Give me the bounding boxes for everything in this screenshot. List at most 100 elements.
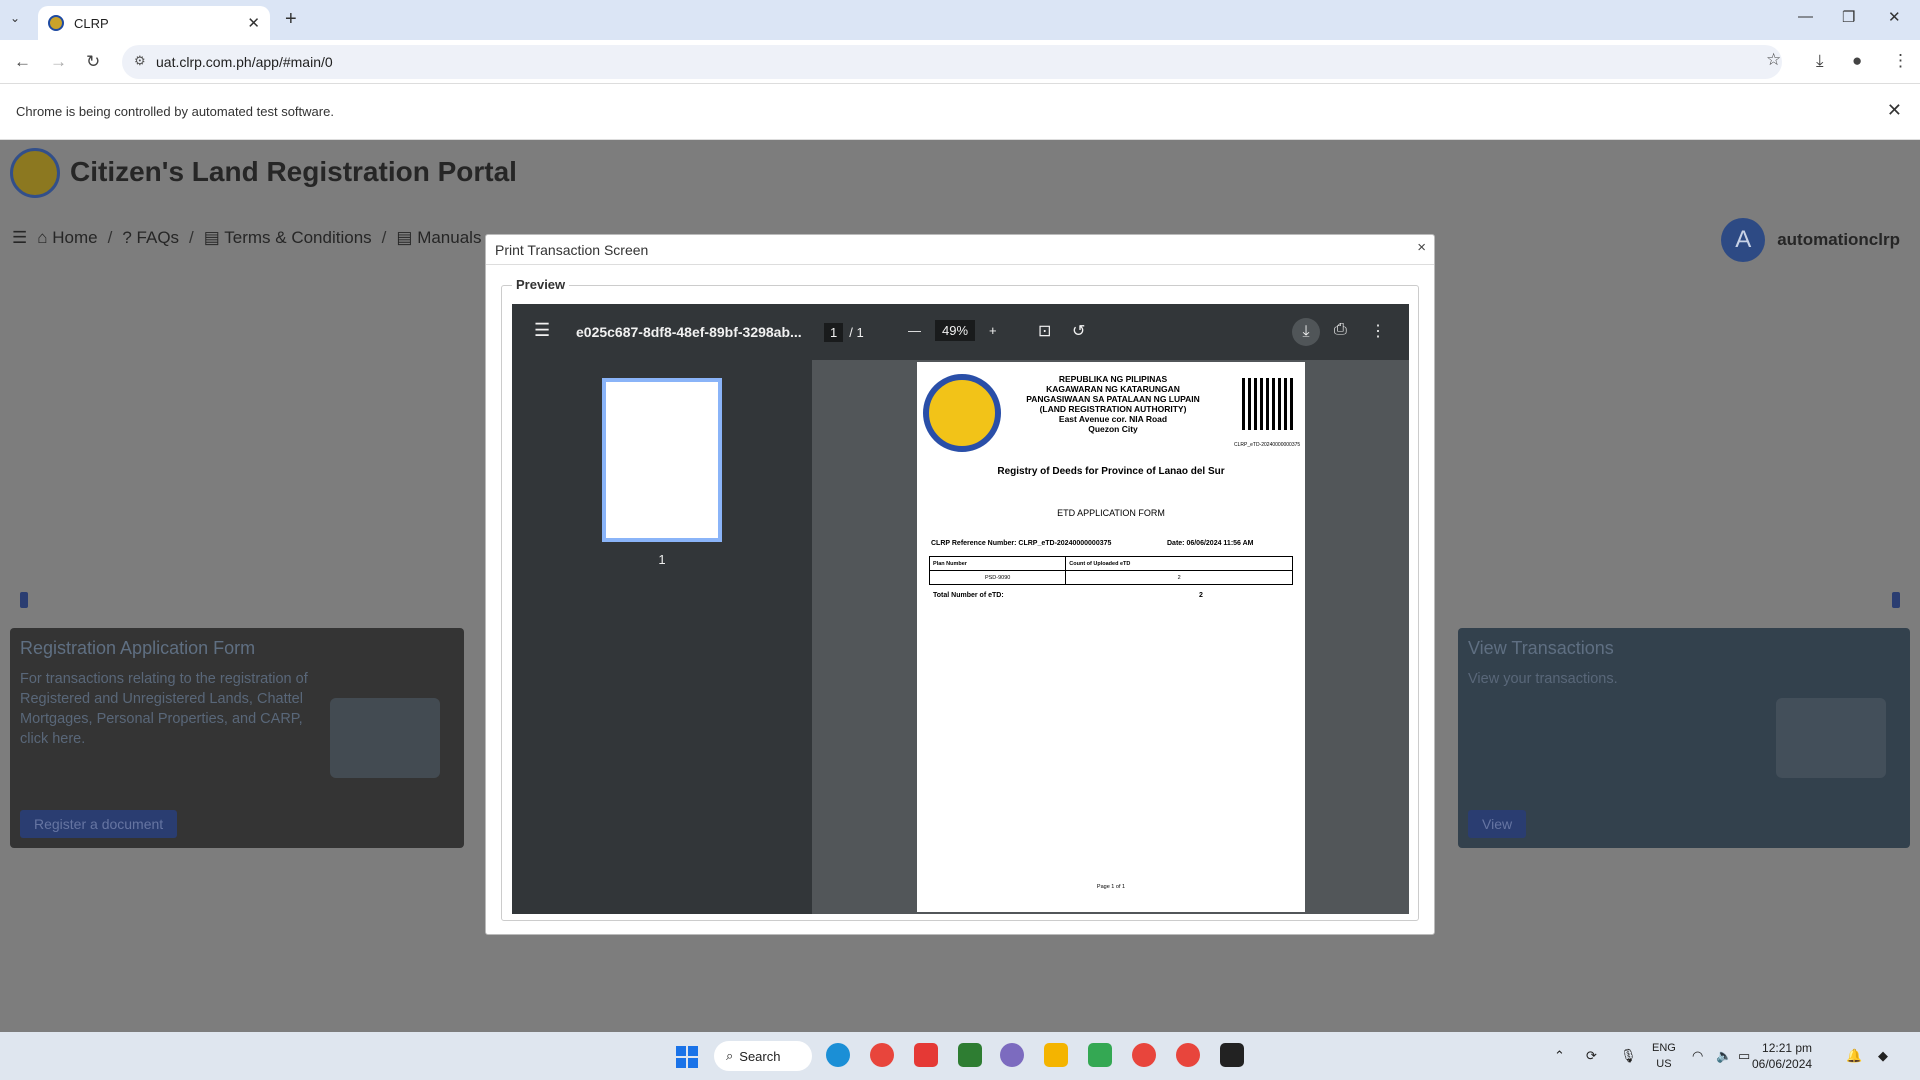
page-thumbnail[interactable] (602, 378, 722, 542)
table-cell: 2 (1065, 570, 1293, 585)
card-desc: View your transactions. (1468, 671, 1618, 687)
reload-icon[interactable]: ↻ (86, 52, 100, 72)
thumbnail-label: 1 (658, 552, 666, 567)
bookmark-star-icon[interactable]: ☆ (1766, 50, 1781, 70)
view-transactions-button[interactable]: View (1468, 810, 1527, 838)
volume-icon[interactable]: 🔈 (1716, 1048, 1732, 1064)
avatar: A (1721, 218, 1766, 262)
form-title: ETD APPLICATION FORM (1057, 508, 1165, 518)
register-document-button[interactable]: Register a document (20, 810, 178, 838)
site-info-icon[interactable]: ⚙ (134, 53, 146, 69)
chat-icon[interactable] (1088, 1043, 1112, 1067)
site-brand: Citizen's Land Registration Portal (70, 156, 517, 187)
app-icon[interactable] (914, 1043, 938, 1067)
carousel-prev-icon[interactable] (20, 592, 28, 608)
nav-faqs[interactable]: ? FAQs (122, 228, 179, 248)
table-row: PSD-9090 2 (928, 570, 1293, 585)
registration-illustration (330, 698, 440, 778)
page-indicator: 1 / 1 (824, 323, 864, 342)
page-total: / 1 (849, 325, 864, 340)
microphone-icon[interactable]: 🎙 (1620, 1048, 1637, 1064)
copilot-icon[interactable]: ◆ (1878, 1048, 1888, 1064)
terminal-icon[interactable] (1220, 1043, 1244, 1067)
sync-icon[interactable]: ⟳ (1586, 1048, 1597, 1064)
main-nav: ☰ ⌂ Home / ? FAQs / ▤ Terms & Conditions / … (12, 228, 506, 248)
pdf-toolbar: ☰ e025c687-8df8-48ef-89bf-3298ab... 1 / 1… (512, 304, 1409, 360)
nav-home[interactable]: ⌂ Home (37, 228, 97, 248)
form-date: Date: 06/06/2024 11:56 AM (1167, 540, 1254, 547)
edge-icon[interactable] (826, 1043, 850, 1067)
omnibox[interactable]: ⚙ uat.clrp.com.ph/app/#main/0 (122, 45, 1782, 79)
infobar-close-icon[interactable]: ✕ (1887, 100, 1902, 121)
qr-code (1242, 378, 1294, 430)
language-indicator[interactable]: ENG US (1652, 1040, 1676, 1072)
downloads-icon[interactable]: ⤓ (1816, 51, 1824, 71)
username: automationclrp (1777, 230, 1900, 249)
plan-table: Plan Number Count of Uploaded eTD PSD-90… (928, 556, 1293, 585)
sidebar-toggle-icon[interactable]: ☰ (534, 320, 550, 341)
window-close-icon[interactable]: ✕ (1888, 8, 1901, 26)
page-number-input[interactable]: 1 (824, 323, 844, 342)
new-tab-icon[interactable]: + (285, 8, 297, 31)
zoom-input[interactable]: 49% (935, 320, 976, 341)
profile-icon[interactable]: ● (1852, 51, 1862, 71)
search-icon: ⌕ (726, 1048, 734, 1063)
download-icon[interactable]: ⤓ (1292, 318, 1320, 346)
modal-close-button[interactable]: × (1417, 239, 1426, 256)
chrome-icon[interactable] (870, 1043, 894, 1067)
windows-taskbar: ⌕ Search ⌃ ⟳ 🎙 ENG US ◠ 🔈 ▭ 12:21 pm 06/… (0, 1032, 1920, 1080)
carousel-next-icon[interactable] (1892, 592, 1900, 608)
more-options-icon[interactable]: ⋮ (1370, 321, 1386, 341)
minimize-icon[interactable]: — (1798, 8, 1813, 25)
pdf-viewer: ☰ e025c687-8df8-48ef-89bf-3298ab... 1 / 1… (512, 304, 1409, 914)
rotate-icon[interactable]: ↺ (1072, 321, 1085, 341)
nav-terms[interactable]: ▤ Terms & Conditions (204, 228, 372, 248)
back-icon[interactable]: ← (14, 52, 31, 72)
favicon-icon (48, 15, 64, 31)
card-title: View Transactions (1468, 638, 1614, 658)
tab-close-icon[interactable]: ✕ (247, 14, 260, 32)
table-header-row: Plan Number Count of Uploaded eTD (928, 556, 1293, 571)
url-text: uat.clrp.com.ph/app/#main/0 (156, 54, 333, 70)
chrome-icon[interactable] (1132, 1043, 1156, 1067)
total-label: Total Number of eTD: (933, 592, 1004, 599)
card-desc: For transactions relating to the registr… (20, 671, 308, 747)
lra-logo (10, 148, 60, 198)
table-cell: PSD-9090 (928, 570, 1067, 585)
notepad-icon[interactable] (958, 1043, 982, 1067)
user-menu[interactable]: A automationclrp (1721, 218, 1900, 262)
fit-page-icon[interactable]: ⊡ (1038, 321, 1051, 341)
system-clock[interactable]: 12:21 pm 06/06/2024 (1752, 1040, 1812, 1072)
battery-icon[interactable]: ▭ (1738, 1048, 1750, 1064)
chrome-icon[interactable] (1176, 1043, 1200, 1067)
address-toolbar: ← → ↻ ⚙ uat.clrp.com.ph/app/#main/0 ☆ ⤓ … (0, 40, 1920, 84)
lra-seal-logo (923, 374, 1001, 452)
tray-chevron-icon[interactable]: ⌃ (1554, 1048, 1565, 1064)
taskbar-search[interactable]: ⌕ Search (714, 1041, 812, 1071)
thumbnail-sidebar: 1 (512, 360, 812, 914)
file-explorer-icon[interactable] (1044, 1043, 1068, 1067)
app-icon[interactable] (1000, 1043, 1024, 1067)
forward-icon[interactable]: → (50, 52, 67, 72)
qr-caption: CLRP_eTD-20240000000375 (1234, 442, 1301, 448)
restore-icon[interactable]: ❐ (1842, 8, 1855, 26)
registration-card: Registration Application Form For transa… (10, 628, 464, 848)
transactions-illustration (1776, 698, 1886, 778)
hamburger-icon[interactable]: ☰ (12, 228, 27, 248)
tab-search-icon[interactable]: ⌄ (10, 11, 20, 25)
page-footer: Page 1 of 1 (1096, 884, 1126, 890)
wifi-icon[interactable]: ◠ (1692, 1048, 1703, 1064)
browser-tab[interactable]: CLRP ✕ (38, 6, 270, 40)
table-header: Plan Number (928, 556, 1067, 571)
print-icon[interactable]: ⎙ (1334, 321, 1347, 339)
pdf-canvas: REPUBLIKA NG PILIPINAS KAGAWARAN NG KATA… (812, 360, 1409, 914)
windows-start-icon[interactable] (676, 1046, 698, 1068)
zoom-in-icon[interactable]: + (989, 323, 997, 338)
print-transaction-modal: Print Transaction Screen × Preview ☰ e02… (485, 234, 1435, 935)
table-header: Count of Uploaded eTD (1065, 556, 1293, 571)
chrome-menu-icon[interactable]: ⋮ (1892, 51, 1909, 71)
zoom-out-icon[interactable]: — (908, 323, 921, 338)
notification-icon[interactable]: 🔔 (1846, 1048, 1862, 1064)
reference-number: CLRP Reference Number: CLRP_eTD-20240000… (931, 540, 1112, 547)
taskbar-search-label: Search (739, 1048, 781, 1064)
